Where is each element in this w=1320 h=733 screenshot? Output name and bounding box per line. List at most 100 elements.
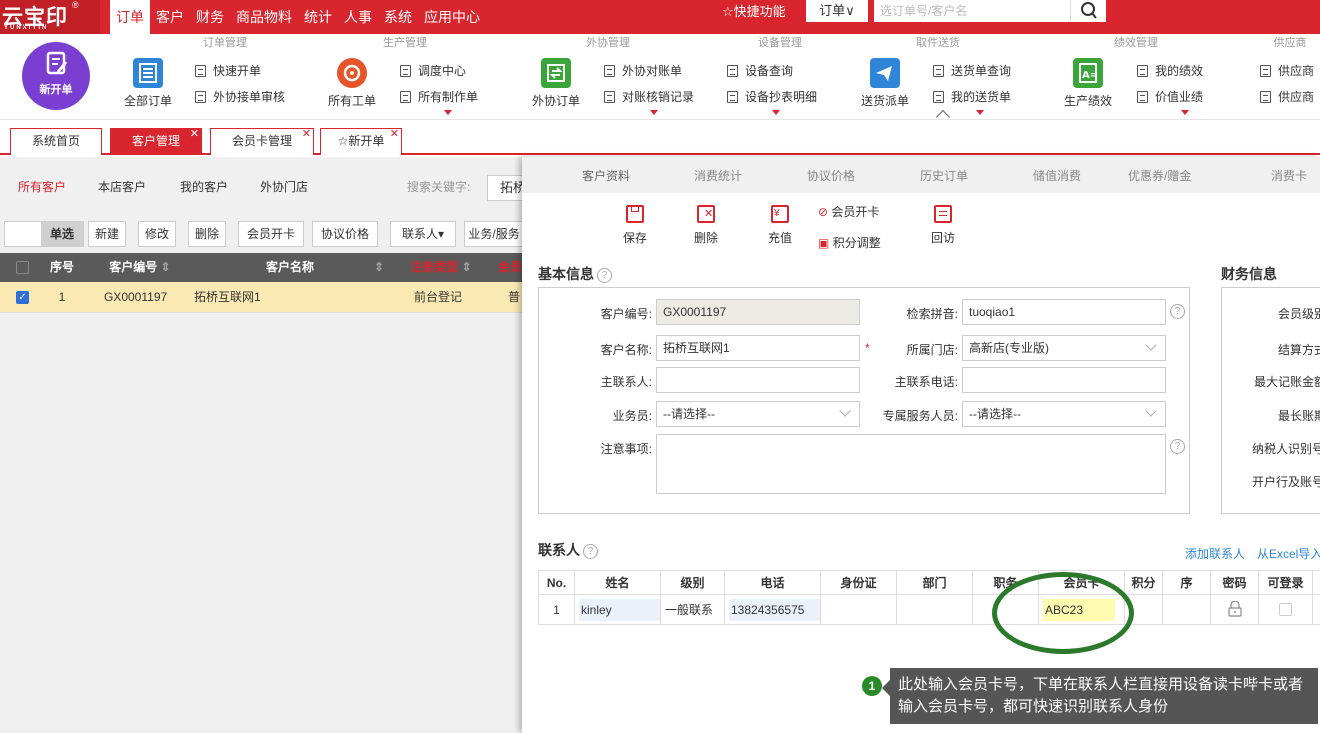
tab-order-history[interactable]: 历史订单 <box>920 167 968 184</box>
contact-cell-name[interactable]: kinley <box>574 595 660 625</box>
contact-cell-level[interactable]: 一般联系 <box>660 595 724 625</box>
table-row[interactable]: ✓ 1 GX0001197 拓桥互联网1 前台登记 普 <box>0 282 522 313</box>
tab-new-order[interactable]: ☆新开单 ✕ <box>320 128 402 155</box>
tab-customer-management[interactable]: 客户管理 ✕ <box>110 128 202 155</box>
salesperson-select[interactable]: --请选择-- <box>656 401 860 427</box>
delivery-query-item[interactable]: 送货单查询 <box>933 62 1011 80</box>
tab-member-card[interactable]: 会员卡管理 ✕ <box>210 128 314 155</box>
caret-down-icon[interactable] <box>976 110 984 115</box>
help-icon[interactable]: ? <box>583 544 598 559</box>
delete-customer-button[interactable]: 删除 <box>188 221 226 247</box>
import-excel-link[interactable]: 从Excel导入 <box>1257 545 1320 562</box>
quick-functions[interactable]: ☆快捷功能 <box>722 0 786 34</box>
all-workorders-button[interactable]: 所有工单 <box>322 58 382 109</box>
save-button[interactable]: 保存 <box>617 205 653 246</box>
new-order-button[interactable]: 新开单 <box>22 42 90 110</box>
col-seq[interactable]: 序号 <box>42 253 82 282</box>
revisit-button[interactable]: 回访 <box>925 205 961 246</box>
menu-app-center[interactable]: 应用中心 <box>418 0 486 34</box>
my-delivery-item[interactable]: 我的送货单 <box>933 88 1011 106</box>
supplier-item-1[interactable]: 供应商 <box>1260 62 1314 80</box>
recharge-button[interactable]: ¥ 充值 <box>762 205 798 246</box>
close-icon[interactable]: ✕ <box>390 122 399 147</box>
contact-name-input[interactable]: kinley <box>579 599 660 621</box>
delete-button[interactable]: ✕ 删除 <box>688 205 724 246</box>
filter-outsource-stores[interactable]: 外协门店 <box>260 178 308 195</box>
menu-materials[interactable]: 商品物料 <box>230 0 298 34</box>
dispatch-center-item[interactable]: 调度中心 <box>400 62 466 80</box>
close-icon[interactable]: ✕ <box>190 122 199 147</box>
add-contact-link[interactable]: 添加联系人 <box>1185 545 1245 562</box>
caret-down-icon[interactable] <box>1181 110 1189 115</box>
col-customer-name[interactable]: 客户名称 ⇕ <box>190 253 390 282</box>
device-query-item[interactable]: 设备查询 <box>727 62 793 80</box>
all-orders-button[interactable]: 全部订单 <box>118 58 178 109</box>
customer-name-field[interactable]: 拓桥互联网1 <box>656 335 860 361</box>
search-button[interactable] <box>1070 0 1106 22</box>
menu-finance[interactable]: 财务 <box>190 0 230 34</box>
filter-my-customers[interactable]: 我的客户 <box>180 178 228 195</box>
tab-consumption-stats[interactable]: 消费统计 <box>694 167 742 184</box>
contact-cell-order[interactable] <box>1162 595 1210 625</box>
select-all-checkbox[interactable] <box>16 261 29 274</box>
tab-coupons[interactable]: 优惠券/赠金 <box>1128 167 1191 184</box>
col-member[interactable]: 会员 <box>498 253 522 282</box>
supplier-item-2[interactable]: 供应商 <box>1260 88 1314 106</box>
help-icon[interactable]: ? <box>597 268 612 283</box>
contact-cell-password[interactable] <box>1210 595 1258 625</box>
store-select[interactable]: 高新店(专业版) <box>962 335 1166 361</box>
close-icon[interactable]: ✕ <box>302 122 311 147</box>
help-icon[interactable]: ? <box>1170 439 1185 454</box>
my-perf-item[interactable]: 我的绩效 <box>1137 62 1203 80</box>
tab-stored-value[interactable]: 储值消费 <box>1033 167 1081 184</box>
menu-stats[interactable]: 统计 <box>298 0 338 34</box>
main-phone-field[interactable] <box>962 367 1166 393</box>
can-login-checkbox[interactable] <box>1279 603 1292 616</box>
outsource-order-button[interactable]: 外协订单 <box>526 58 586 109</box>
tab-agreement-price[interactable]: 协议价格 <box>807 167 855 184</box>
caret-down-icon[interactable] <box>444 110 452 115</box>
col-reg-type[interactable]: 注册类型 ⇕ <box>395 253 487 282</box>
customer-search-input[interactable]: 拓桥 <box>487 175 527 201</box>
value-perf-item[interactable]: 价值业绩 <box>1137 88 1203 106</box>
all-production-item[interactable]: 所有制作单 <box>400 88 478 106</box>
outsource-reconcile-item[interactable]: 外协对账单 <box>604 62 682 80</box>
contact-cell-dept[interactable] <box>896 595 972 625</box>
quick-order-item[interactable]: 快速开单 <box>195 62 261 80</box>
menu-system[interactable]: 系统 <box>378 0 418 34</box>
lock-icon[interactable] <box>1227 600 1242 617</box>
contact-cell-can-login[interactable] <box>1258 595 1312 625</box>
open-member-card-button[interactable]: 会员开卡 <box>238 221 304 247</box>
help-icon[interactable]: ? <box>1170 304 1185 319</box>
points-adjust-button[interactable]: ▣ 积分调整 <box>818 234 881 251</box>
col-customer-code[interactable]: 客户编号 ⇕ <box>92 253 188 282</box>
filter-store-customers[interactable]: 本店客户 <box>98 178 146 195</box>
production-perf-button[interactable]: A= 生产绩效 <box>1058 58 1118 109</box>
menu-hr[interactable]: 人事 <box>338 0 378 34</box>
main-contact-field[interactable] <box>656 367 860 393</box>
order-type-select[interactable]: 订单∨ <box>806 0 868 22</box>
row-checkbox-checked[interactable]: ✓ <box>16 291 29 304</box>
contacts-dropdown-button[interactable]: 联系人▾ <box>390 221 456 247</box>
tab-consumption-card[interactable]: 消费卡 <box>1271 167 1307 184</box>
caret-down-icon[interactable] <box>650 110 658 115</box>
edit-customer-button[interactable]: 修改 <box>138 221 176 247</box>
agreement-price-button[interactable]: 协议价格 <box>312 221 378 247</box>
delivery-dispatch-button[interactable]: 送货派单 <box>855 58 915 109</box>
tab-home[interactable]: 系统首页 <box>10 128 102 155</box>
reconcile-records-item[interactable]: 对账核销记录 <box>604 88 694 106</box>
tab-customer-info[interactable]: 客户资料 <box>582 167 630 184</box>
menu-orders[interactable]: 订单 <box>110 0 150 34</box>
open-card-button[interactable]: ⊘ 会员开卡 <box>818 203 879 220</box>
order-search-input[interactable]: 选订单号/客户名 <box>874 0 1070 22</box>
outsource-review-item[interactable]: 外协接单审核 <box>195 88 285 106</box>
notes-textarea[interactable] <box>656 434 1166 494</box>
app-logo[interactable]: 云宝印 ® YUNXIYIN <box>0 0 100 34</box>
contact-cell-idcard[interactable] <box>820 595 896 625</box>
caret-down-icon[interactable] <box>772 110 780 115</box>
sales-service-button[interactable]: 业务/服务 <box>464 221 524 247</box>
contact-phone-input[interactable]: 13824356575 <box>729 599 820 621</box>
service-staff-select[interactable]: --请选择-- <box>962 401 1166 427</box>
filter-all-customers[interactable]: 所有客户 <box>18 178 66 195</box>
menu-customers[interactable]: 客户 <box>150 0 190 34</box>
